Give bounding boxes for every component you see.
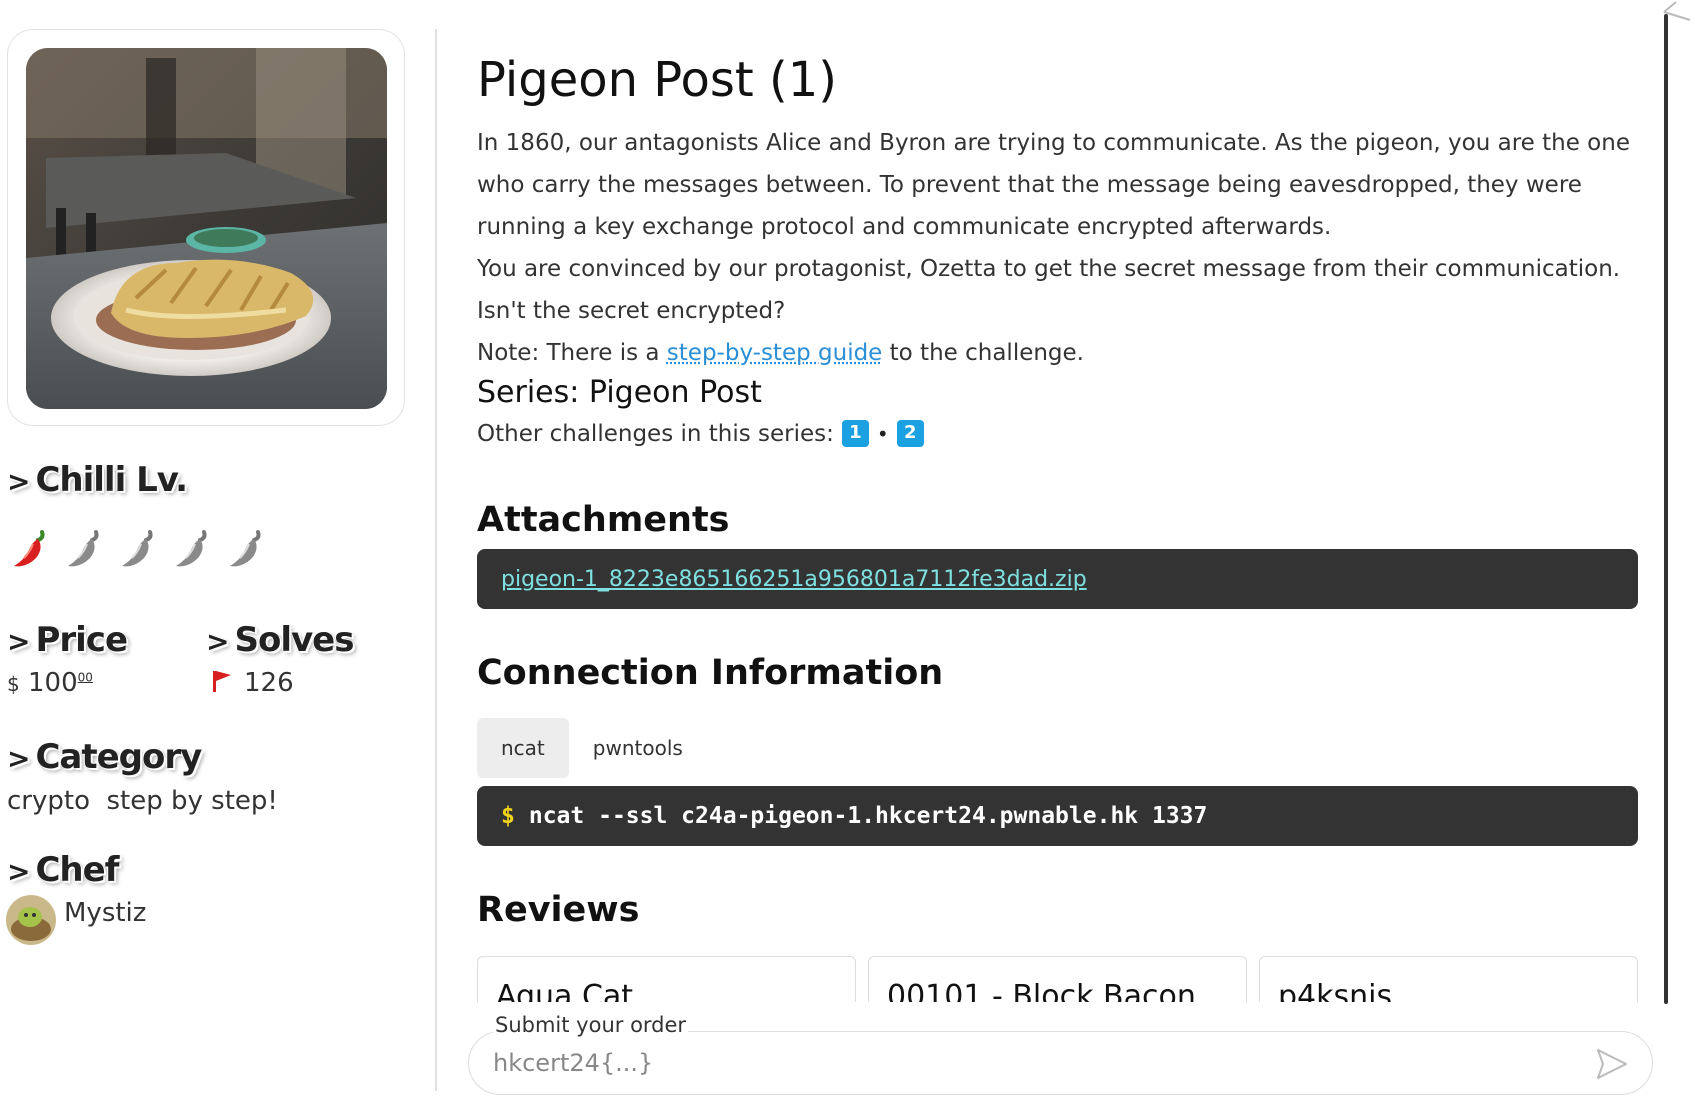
chef-avatar bbox=[6, 895, 56, 945]
tab-ncat[interactable]: ncat bbox=[477, 718, 569, 778]
submit-label: Submit your order bbox=[493, 1013, 689, 1037]
step-by-step-guide-link[interactable]: step-by-step guide bbox=[667, 340, 883, 366]
connection-command-bar: $ ncat --ssl c24a-pigeon-1.hkcert24.pwnab… bbox=[477, 786, 1638, 846]
price-heading: > Price bbox=[7, 620, 128, 660]
attachments-heading: Attachments bbox=[477, 500, 730, 540]
chef-name[interactable]: Mystiz bbox=[64, 898, 146, 928]
red-chilli-icon bbox=[14, 530, 45, 567]
dish-photo bbox=[26, 48, 387, 409]
challenge-main: Pigeon Post (1) In 1860, our antagonists… bbox=[477, 0, 1638, 1117]
flag-input[interactable] bbox=[493, 1046, 1493, 1080]
challenge-sidebar: > Chilli Lv. > Price $ 10000 > Solves 12… bbox=[0, 0, 436, 1117]
series-separator: • bbox=[876, 421, 889, 446]
series-nav: Other challenges in this series: 1 • 2 bbox=[477, 420, 924, 447]
series-label: Other challenges in this series: bbox=[477, 420, 834, 447]
attachment-download-link[interactable]: pigeon-1_8223e865166251a956801a7112fe3da… bbox=[501, 567, 1087, 592]
grey-chilli-icon bbox=[230, 530, 261, 567]
category-heading: > Category bbox=[7, 737, 202, 777]
page-title: Pigeon Post (1) bbox=[477, 52, 837, 108]
hainanese-chicken-photo bbox=[26, 48, 387, 409]
shell-prompt: $ bbox=[501, 803, 515, 829]
connection-command[interactable]: $ ncat --ssl c24a-pigeon-1.hkcert24.pwnab… bbox=[501, 803, 1207, 829]
review-card[interactable]: p4ksnis bbox=[1259, 956, 1638, 1002]
connection-heading: Connection Information bbox=[477, 653, 944, 693]
flag-submit-box bbox=[468, 1031, 1653, 1095]
category-value: crypto step by step! bbox=[7, 786, 278, 816]
price-value: $ 10000 bbox=[7, 668, 93, 698]
chef-avatar-image bbox=[6, 895, 56, 945]
chef-heading: > Chef bbox=[7, 850, 119, 890]
grey-chilli-icon bbox=[122, 530, 153, 567]
grey-chilli-icon bbox=[176, 530, 207, 567]
sidebar-divider bbox=[435, 29, 437, 1091]
series-item-2[interactable]: 2 bbox=[896, 420, 924, 447]
solves-heading: > Solves bbox=[206, 620, 354, 660]
description-note: Note: There is a step-by-step guide to t… bbox=[477, 340, 1084, 366]
send-arrow-icon[interactable] bbox=[1594, 1046, 1630, 1082]
chilli-level-rating bbox=[8, 526, 268, 570]
review-card[interactable]: Aqua Cat bbox=[477, 956, 856, 1002]
scrollbar[interactable] bbox=[1664, 14, 1668, 1004]
series-item-1[interactable]: 1 bbox=[841, 420, 869, 447]
solves-value: 126 bbox=[212, 668, 294, 698]
description-paragraph-2: You are convinced by our protagonist, Oz… bbox=[477, 256, 1621, 324]
corner-arrow-icon bbox=[1663, 1, 1691, 21]
series-title: Series: Pigeon Post bbox=[477, 375, 762, 410]
reviews-heading: Reviews bbox=[477, 890, 640, 930]
red-flag-icon bbox=[213, 671, 231, 692]
dish-card bbox=[7, 29, 405, 426]
attachment-bar: pigeon-1_8223e865166251a956801a7112fe3da… bbox=[477, 549, 1638, 609]
connection-tabs: ncat pwntools bbox=[477, 718, 707, 778]
tab-pwntools[interactable]: pwntools bbox=[569, 718, 707, 778]
chilli-level-heading: > Chilli Lv. bbox=[7, 460, 188, 500]
reviews-list: Aqua Cat 00101 - Block Bacon p4ksnis bbox=[477, 956, 1638, 1002]
challenge-description: In 1860, our antagonists Alice and Byron… bbox=[477, 122, 1637, 374]
grey-chilli-icon bbox=[68, 530, 99, 567]
description-paragraph-1: In 1860, our antagonists Alice and Byron… bbox=[477, 130, 1630, 240]
review-card[interactable]: 00101 - Block Bacon bbox=[868, 956, 1247, 1002]
